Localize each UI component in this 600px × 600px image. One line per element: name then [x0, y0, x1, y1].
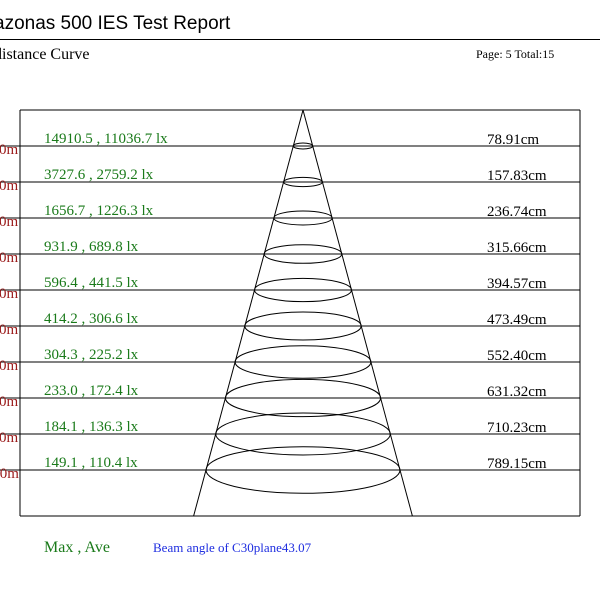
distance-label: 0m: [0, 178, 19, 194]
lux-value-label: 149.1 , 110.4 lx: [44, 455, 138, 471]
distance-label: 0m: [0, 394, 19, 410]
beam-diameter-label: 78.91cm: [487, 132, 539, 148]
beam-angle-label: Beam angle of C30plane43.07: [153, 540, 312, 555]
distance-label: .0m: [0, 466, 19, 482]
beam-diameter-label: 631.32cm: [487, 384, 547, 400]
distance-label: 0m: [0, 214, 19, 230]
lux-value-label: 14910.5 , 11036.7 lx: [44, 131, 168, 147]
distance-label: 0m: [0, 142, 19, 158]
distance-label: 0m: [0, 322, 19, 338]
beam-diameter-label: 552.40cm: [487, 348, 547, 364]
lux-value-label: 3727.6 , 2759.2 lx: [44, 167, 154, 183]
beam-diameter-label: 789.15cm: [487, 456, 547, 472]
lux-value-label: 184.1 , 136.3 lx: [44, 419, 139, 435]
distance-label: 0m: [0, 430, 19, 446]
lux-value-label: 1656.7 , 1226.3 lx: [44, 203, 154, 219]
beam-diameter-label: 473.49cm: [487, 312, 547, 328]
lux-value-label: 233.0 , 172.4 lx: [44, 383, 139, 399]
distance-label: 0m: [0, 286, 19, 302]
beam-diameter-label: 315.66cm: [487, 240, 547, 256]
beam-diameter-label: 710.23cm: [487, 420, 547, 436]
lux-value-label: 304.3 , 225.2 lx: [44, 347, 139, 363]
beam-diameter-label: 236.74cm: [487, 204, 547, 220]
lux-value-label: 414.2 , 306.6 lx: [44, 311, 139, 327]
lux-value-label: 931.9 , 689.8 lx: [44, 239, 139, 255]
legend-max-ave: Max , Ave: [44, 539, 110, 556]
beam-diameter-label: 394.57cm: [487, 276, 547, 292]
lux-value-label: 596.4 , 441.5 lx: [44, 275, 139, 291]
illuminance-distance-chart: 14910.5 , 11036.7 lx 78.91cm 0m 3727.6 , 27…: [0, 109, 581, 517]
distance-label: 0m: [0, 358, 19, 374]
distance-label: 0m: [0, 250, 19, 266]
beam-diameter-label: 157.83cm: [487, 168, 547, 184]
